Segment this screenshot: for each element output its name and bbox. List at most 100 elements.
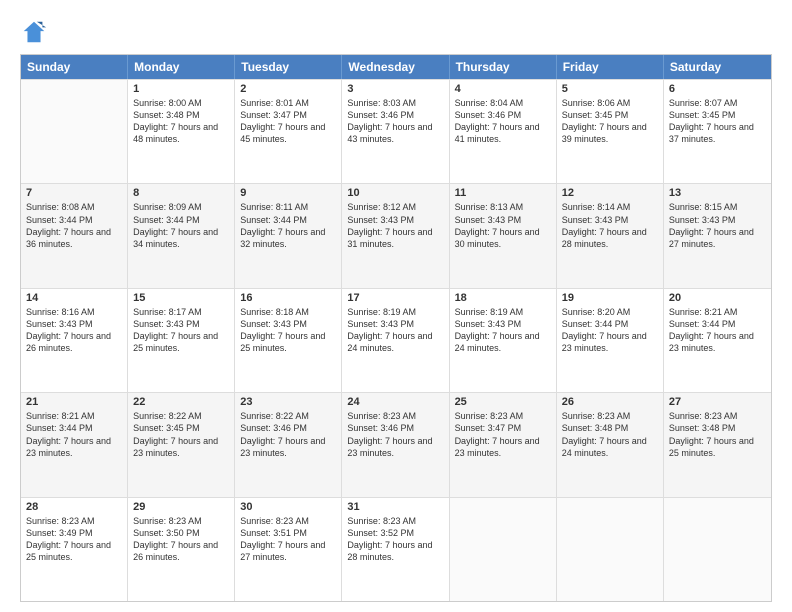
- day-number-30: 30: [240, 501, 336, 513]
- day-number-4: 4: [455, 83, 551, 95]
- cal-cell-empty-0-0: [21, 80, 128, 183]
- cal-cell-19: 19 Sunrise: 8:20 AM Sunset: 3:44 PM Dayli…: [557, 289, 664, 392]
- day-number-7: 7: [26, 187, 122, 199]
- cal-cell-20: 20 Sunrise: 8:21 AM Sunset: 3:44 PM Dayli…: [664, 289, 771, 392]
- cal-cell-26: 26 Sunrise: 8:23 AM Sunset: 3:48 PM Dayli…: [557, 393, 664, 496]
- cell-info-20: Sunrise: 8:21 AM Sunset: 3:44 PM Dayligh…: [669, 306, 766, 355]
- cell-info-8: Sunrise: 8:09 AM Sunset: 3:44 PM Dayligh…: [133, 201, 229, 250]
- day-number-1: 1: [133, 83, 229, 95]
- day-number-19: 19: [562, 292, 658, 304]
- cell-info-6: Sunrise: 8:07 AM Sunset: 3:45 PM Dayligh…: [669, 97, 766, 146]
- day-number-13: 13: [669, 187, 766, 199]
- day-number-22: 22: [133, 396, 229, 408]
- day-number-27: 27: [669, 396, 766, 408]
- cell-info-29: Sunrise: 8:23 AM Sunset: 3:50 PM Dayligh…: [133, 515, 229, 564]
- cell-info-12: Sunrise: 8:14 AM Sunset: 3:43 PM Dayligh…: [562, 201, 658, 250]
- day-number-15: 15: [133, 292, 229, 304]
- weekday-header-thursday: Thursday: [450, 55, 557, 79]
- weekday-header-tuesday: Tuesday: [235, 55, 342, 79]
- day-number-20: 20: [669, 292, 766, 304]
- calendar-body: 1 Sunrise: 8:00 AM Sunset: 3:48 PM Daylig…: [21, 79, 771, 601]
- day-number-14: 14: [26, 292, 122, 304]
- cell-info-28: Sunrise: 8:23 AM Sunset: 3:49 PM Dayligh…: [26, 515, 122, 564]
- cal-cell-14: 14 Sunrise: 8:16 AM Sunset: 3:43 PM Dayli…: [21, 289, 128, 392]
- cal-cell-5: 5Sunrise: 8:06 AM Sunset: 3:45 PM Daylig…: [557, 80, 664, 183]
- day-number-17: 17: [347, 292, 443, 304]
- cal-cell-23: 23Sunrise: 8:22 AM Sunset: 3:46 PM Dayli…: [235, 393, 342, 496]
- day-number-21: 21: [26, 396, 122, 408]
- calendar-row-3: 21 Sunrise: 8:21 AM Sunset: 3:44 PM Dayli…: [21, 392, 771, 496]
- day-number-28: 28: [26, 501, 122, 513]
- cal-cell-21: 21 Sunrise: 8:21 AM Sunset: 3:44 PM Dayli…: [21, 393, 128, 496]
- cal-cell-16: 16 Sunrise: 8:18 AM Sunset: 3:43 PM Dayli…: [235, 289, 342, 392]
- cell-info-25: Sunrise: 8:23 AM Sunset: 3:47 PM Dayligh…: [455, 410, 551, 459]
- cal-cell-7: 7 Sunrise: 8:08 AM Sunset: 3:44 PM Daylig…: [21, 184, 128, 287]
- cal-cell-empty-4-5: [557, 498, 664, 601]
- cell-info-13: Sunrise: 8:15 AM Sunset: 3:43 PM Dayligh…: [669, 201, 766, 250]
- cell-info-26: Sunrise: 8:23 AM Sunset: 3:48 PM Dayligh…: [562, 410, 658, 459]
- cell-info-10: Sunrise: 8:12 AM Sunset: 3:43 PM Dayligh…: [347, 201, 443, 250]
- cal-cell-27: 27Sunrise: 8:23 AM Sunset: 3:48 PM Dayli…: [664, 393, 771, 496]
- cal-cell-2: 2 Sunrise: 8:01 AM Sunset: 3:47 PM Daylig…: [235, 80, 342, 183]
- cell-info-14: Sunrise: 8:16 AM Sunset: 3:43 PM Dayligh…: [26, 306, 122, 355]
- cal-cell-28: 28 Sunrise: 8:23 AM Sunset: 3:49 PM Dayli…: [21, 498, 128, 601]
- cell-info-24: Sunrise: 8:23 AM Sunset: 3:46 PM Dayligh…: [347, 410, 443, 459]
- cell-info-3: Sunrise: 8:03 AM Sunset: 3:46 PM Dayligh…: [347, 97, 443, 146]
- cell-info-5: Sunrise: 8:06 AM Sunset: 3:45 PM Dayligh…: [562, 97, 658, 146]
- weekday-header-saturday: Saturday: [664, 55, 771, 79]
- cal-cell-25: 25 Sunrise: 8:23 AM Sunset: 3:47 PM Dayli…: [450, 393, 557, 496]
- cell-info-9: Sunrise: 8:11 AM Sunset: 3:44 PM Dayligh…: [240, 201, 336, 250]
- cal-cell-13: 13 Sunrise: 8:15 AM Sunset: 3:43 PM Dayli…: [664, 184, 771, 287]
- cal-cell-30: 30Sunrise: 8:23 AM Sunset: 3:51 PM Dayli…: [235, 498, 342, 601]
- cal-cell-29: 29 Sunrise: 8:23 AM Sunset: 3:50 PM Dayli…: [128, 498, 235, 601]
- day-number-29: 29: [133, 501, 229, 513]
- cal-cell-8: 8 Sunrise: 8:09 AM Sunset: 3:44 PM Daylig…: [128, 184, 235, 287]
- day-number-10: 10: [347, 187, 443, 199]
- day-number-12: 12: [562, 187, 658, 199]
- cell-info-17: Sunrise: 8:19 AM Sunset: 3:43 PM Dayligh…: [347, 306, 443, 355]
- weekday-header-sunday: Sunday: [21, 55, 128, 79]
- cell-info-4: Sunrise: 8:04 AM Sunset: 3:46 PM Dayligh…: [455, 97, 551, 146]
- cal-cell-15: 15 Sunrise: 8:17 AM Sunset: 3:43 PM Dayli…: [128, 289, 235, 392]
- day-number-23: 23: [240, 396, 336, 408]
- cell-info-31: Sunrise: 8:23 AM Sunset: 3:52 PM Dayligh…: [347, 515, 443, 564]
- cal-cell-empty-4-6: [664, 498, 771, 601]
- cell-info-19: Sunrise: 8:20 AM Sunset: 3:44 PM Dayligh…: [562, 306, 658, 355]
- day-number-25: 25: [455, 396, 551, 408]
- calendar-row-2: 14 Sunrise: 8:16 AM Sunset: 3:43 PM Dayli…: [21, 288, 771, 392]
- cal-cell-4: 4 Sunrise: 8:04 AM Sunset: 3:46 PM Daylig…: [450, 80, 557, 183]
- cal-cell-22: 22Sunrise: 8:22 AM Sunset: 3:45 PM Dayli…: [128, 393, 235, 496]
- calendar-row-0: 1 Sunrise: 8:00 AM Sunset: 3:48 PM Daylig…: [21, 79, 771, 183]
- cal-cell-18: 18 Sunrise: 8:19 AM Sunset: 3:43 PM Dayli…: [450, 289, 557, 392]
- day-number-2: 2: [240, 83, 336, 95]
- day-number-26: 26: [562, 396, 658, 408]
- calendar-row-4: 28 Sunrise: 8:23 AM Sunset: 3:49 PM Dayli…: [21, 497, 771, 601]
- day-number-18: 18: [455, 292, 551, 304]
- cell-info-18: Sunrise: 8:19 AM Sunset: 3:43 PM Dayligh…: [455, 306, 551, 355]
- calendar: SundayMondayTuesdayWednesdayThursdayFrid…: [20, 54, 772, 602]
- day-number-16: 16: [240, 292, 336, 304]
- cell-info-7: Sunrise: 8:08 AM Sunset: 3:44 PM Dayligh…: [26, 201, 122, 250]
- cal-cell-1: 1 Sunrise: 8:00 AM Sunset: 3:48 PM Daylig…: [128, 80, 235, 183]
- logo-icon: [20, 18, 48, 46]
- day-number-6: 6: [669, 83, 766, 95]
- cal-cell-empty-4-4: [450, 498, 557, 601]
- cal-cell-9: 9Sunrise: 8:11 AM Sunset: 3:44 PM Daylig…: [235, 184, 342, 287]
- day-number-31: 31: [347, 501, 443, 513]
- cell-info-1: Sunrise: 8:00 AM Sunset: 3:48 PM Dayligh…: [133, 97, 229, 146]
- page: SundayMondayTuesdayWednesdayThursdayFrid…: [0, 0, 792, 612]
- day-number-24: 24: [347, 396, 443, 408]
- cell-info-21: Sunrise: 8:21 AM Sunset: 3:44 PM Dayligh…: [26, 410, 122, 459]
- calendar-header: SundayMondayTuesdayWednesdayThursdayFrid…: [21, 55, 771, 79]
- cell-info-11: Sunrise: 8:13 AM Sunset: 3:43 PM Dayligh…: [455, 201, 551, 250]
- top-area: [20, 18, 772, 46]
- weekday-header-wednesday: Wednesday: [342, 55, 449, 79]
- day-number-3: 3: [347, 83, 443, 95]
- cell-info-16: Sunrise: 8:18 AM Sunset: 3:43 PM Dayligh…: [240, 306, 336, 355]
- cal-cell-12: 12 Sunrise: 8:14 AM Sunset: 3:43 PM Dayli…: [557, 184, 664, 287]
- day-number-8: 8: [133, 187, 229, 199]
- cell-info-15: Sunrise: 8:17 AM Sunset: 3:43 PM Dayligh…: [133, 306, 229, 355]
- day-number-11: 11: [455, 187, 551, 199]
- cell-info-2: Sunrise: 8:01 AM Sunset: 3:47 PM Dayligh…: [240, 97, 336, 146]
- cal-cell-24: 24 Sunrise: 8:23 AM Sunset: 3:46 PM Dayli…: [342, 393, 449, 496]
